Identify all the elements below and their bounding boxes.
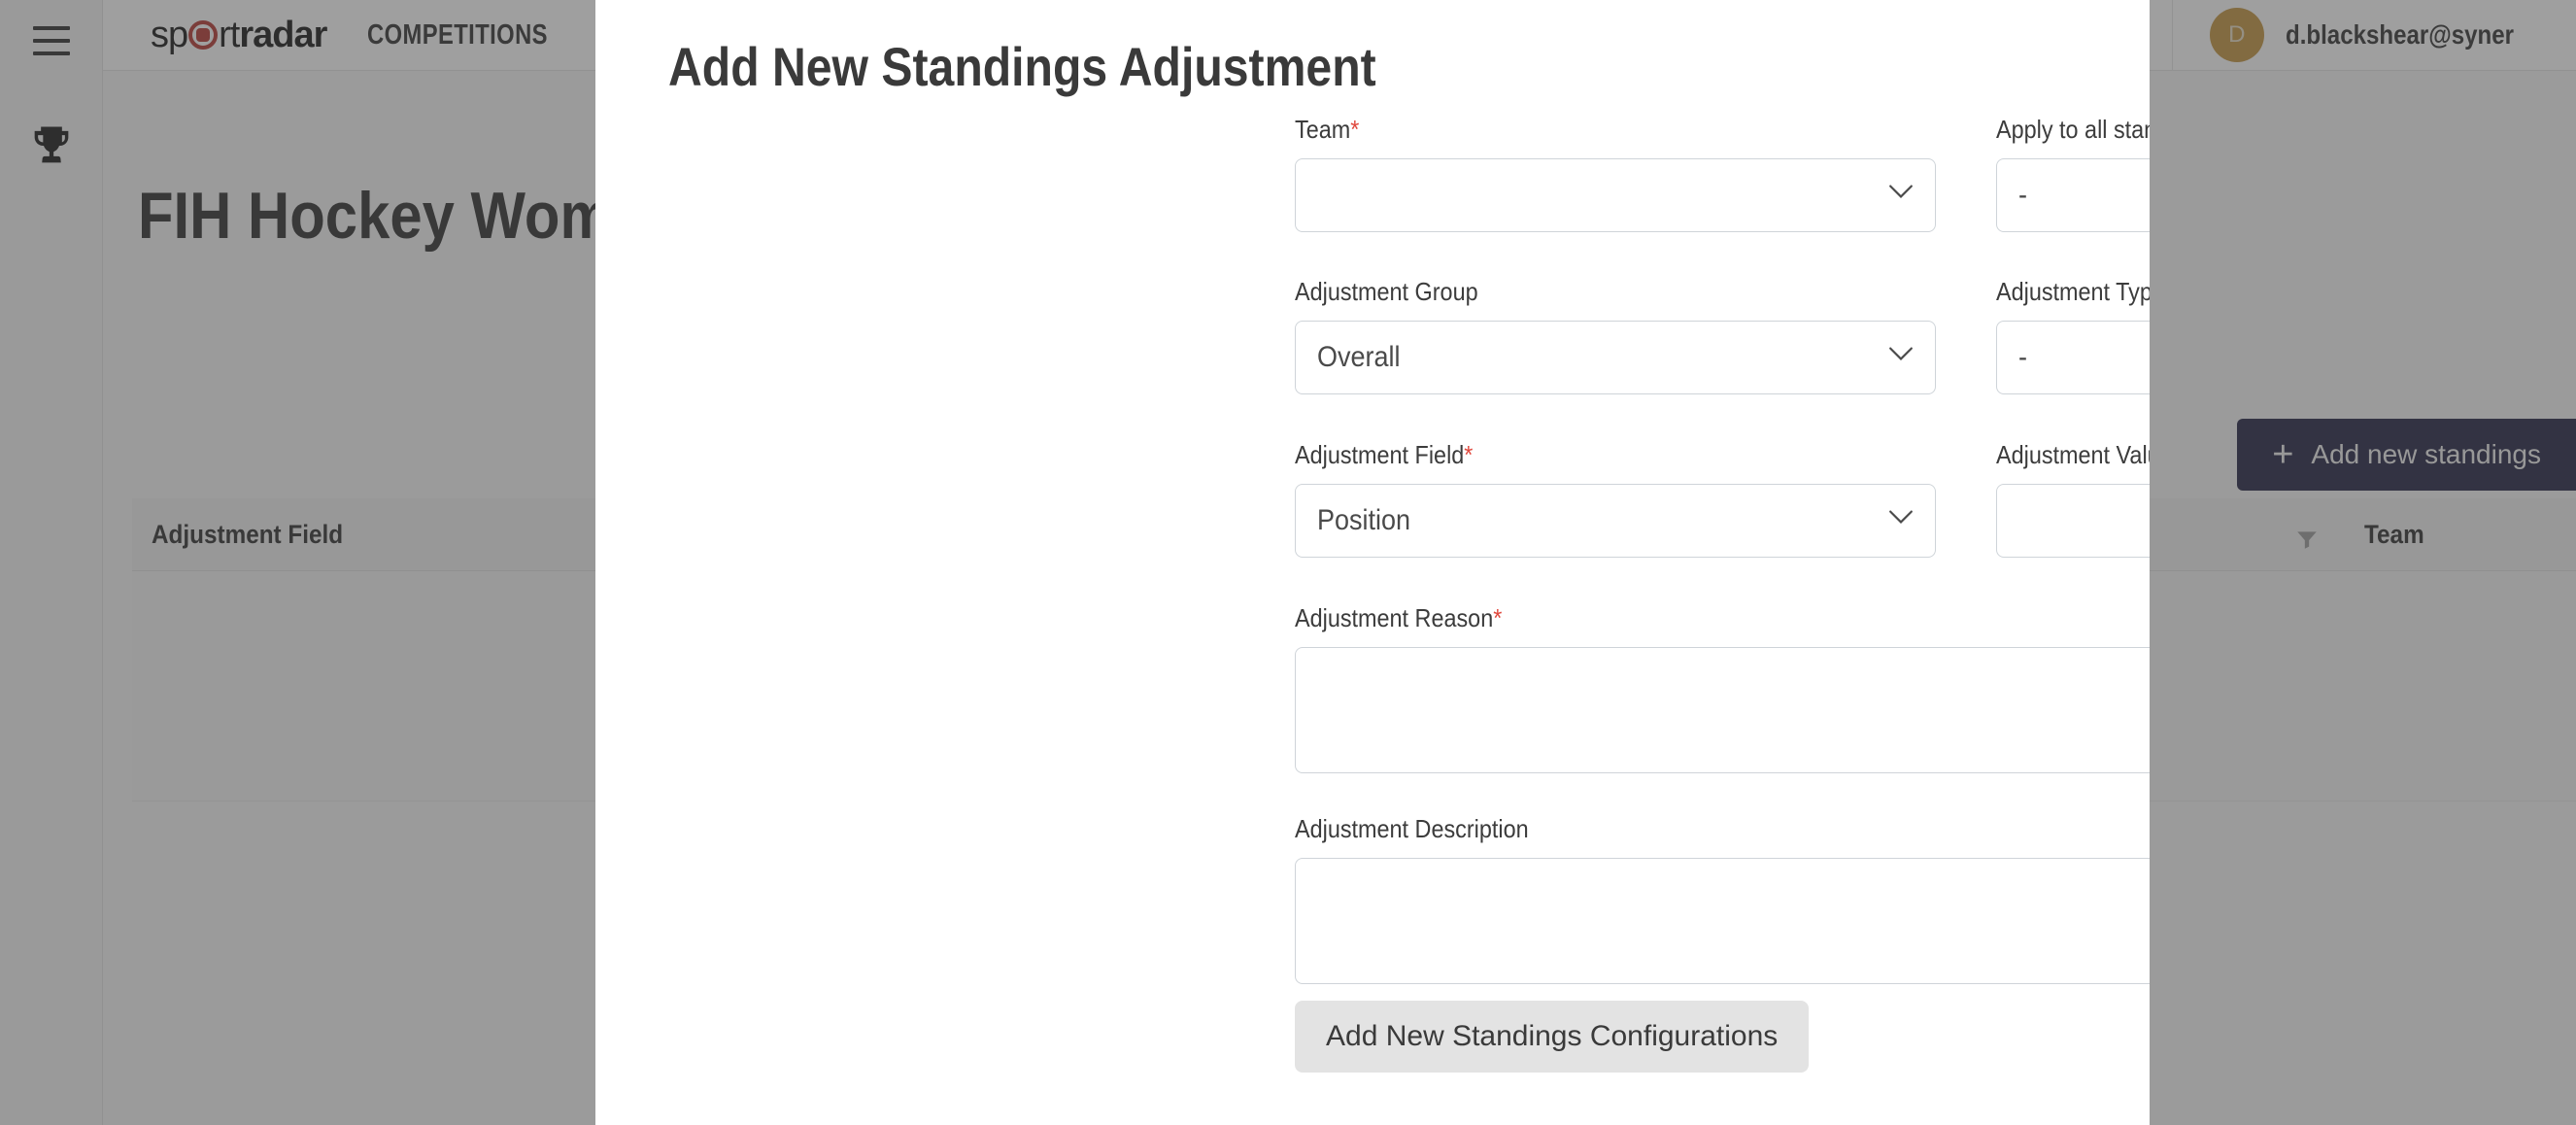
adjustment-group-select[interactable]: Overall [1295, 321, 1936, 394]
field-adjustment-value: Adjustment Value* [1996, 440, 2150, 558]
field-adjustment-type: Adjustment Type* - [1996, 277, 2150, 394]
chevron-down-icon [1888, 508, 1914, 533]
add-standings-adjustment-modal: Add New Standings Adjustment Team* Apply… [595, 0, 2150, 1125]
adjustment-reason-textarea[interactable] [1295, 647, 2150, 773]
modal-title: Add New Standings Adjustment [668, 36, 1376, 97]
required-asterisk: * [1350, 115, 1360, 144]
field-adjustment-group: Adjustment Group Overall [1295, 277, 1936, 394]
adjustment-field-value: Position [1317, 504, 1411, 536]
adjustment-field-select[interactable]: Position [1295, 484, 1936, 558]
field-label-adjustment-description: Adjustment Description [1295, 814, 1529, 843]
field-label-apply-to-all-standings: Apply to all standings [1996, 115, 2150, 144]
adjustment-description-textarea[interactable] [1295, 858, 2150, 984]
adjustment-type-value: - [2018, 341, 2027, 373]
required-asterisk: * [1493, 603, 1503, 632]
field-adjustment-description: Adjustment Description [1295, 814, 2150, 984]
field-adjustment-field: Adjustment Field* Position [1295, 440, 1936, 558]
field-label-adjustment-reason: Adjustment Reason* [1295, 603, 1503, 632]
apply-to-all-standings-select[interactable]: - [1996, 158, 2150, 232]
chevron-down-icon [1888, 183, 1914, 208]
field-apply-to-all-standings: Apply to all standings - [1996, 115, 2150, 232]
field-label-team: Team* [1295, 115, 1360, 144]
adjustment-group-value: Overall [1317, 341, 1401, 373]
field-adjustment-reason: Adjustment Reason* [1295, 603, 2150, 773]
field-team: Team* [1295, 115, 1936, 232]
required-asterisk: * [1464, 440, 1474, 469]
team-select[interactable] [1295, 158, 1936, 232]
adjustment-value-input[interactable] [1996, 484, 2150, 558]
field-label-adjustment-group: Adjustment Group [1295, 277, 1478, 306]
field-label-adjustment-type: Adjustment Type* [1996, 277, 2150, 306]
field-label-adjustment-field: Adjustment Field* [1295, 440, 1474, 469]
apply-to-all-standings-value: - [2018, 179, 2027, 211]
chevron-down-icon [1888, 345, 1914, 370]
add-new-standings-configurations-button[interactable]: Add New Standings Configurations [1295, 1001, 1810, 1073]
field-label-adjustment-value: Adjustment Value* [1996, 440, 2150, 469]
adjustment-type-select[interactable]: - [1996, 321, 2150, 394]
